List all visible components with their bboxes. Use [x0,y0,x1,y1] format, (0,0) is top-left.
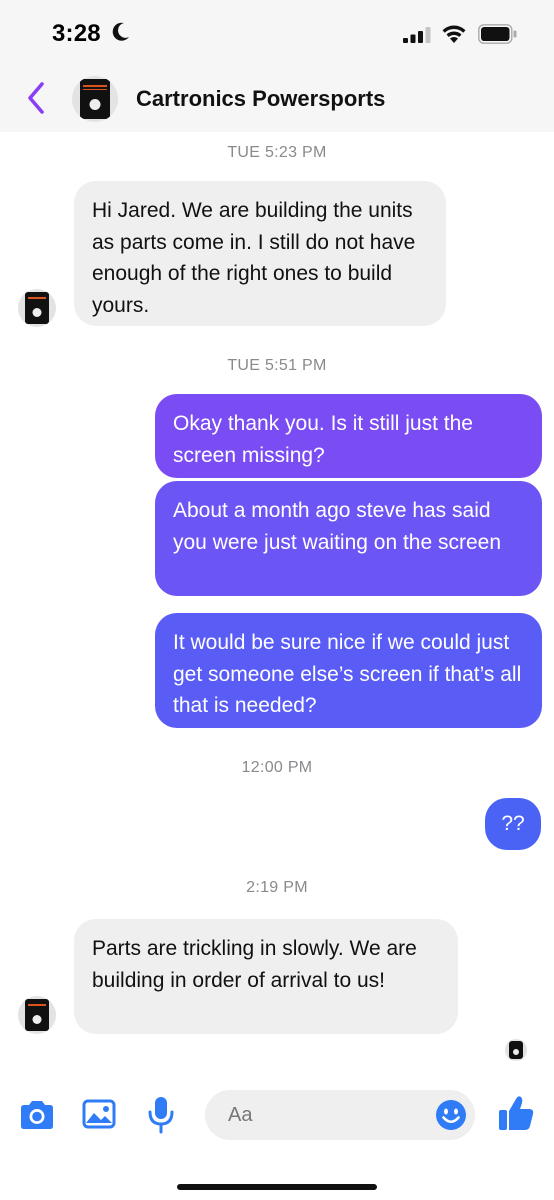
logo-image [80,79,110,119]
back-button[interactable] [20,78,52,118]
emoji-icon[interactable] [435,1099,467,1131]
message-timestamp: TUE 5:51 PM [227,357,327,374]
outgoing-message[interactable]: ?? [485,798,541,850]
incoming-message[interactable]: Parts are trickling in slowly. We are bu… [74,919,458,1034]
camera-icon[interactable] [18,1098,56,1132]
message-timestamp: 2:19 PM [246,879,308,896]
message-input[interactable]: Aa [205,1090,475,1140]
contact-avatar[interactable] [72,76,118,122]
signal-icon [403,27,431,43]
outgoing-message[interactable]: It would be sure nice if we could just g… [155,613,542,728]
conversation-header: Cartronics Powersports [0,64,554,132]
status-time: 3:28 [52,20,101,47]
logo-image [509,1041,523,1059]
moon-icon [112,22,129,41]
sender-avatar [18,996,56,1034]
logo-image [25,292,49,324]
contact-name[interactable]: Cartronics Powersports [136,86,385,112]
back-chevron-icon [28,82,44,114]
thumbs-up-icon[interactable] [497,1094,535,1132]
message-input-placeholder: Aa [228,1104,253,1126]
outgoing-message[interactable]: Okay thank you. Is it still just the scr… [155,394,542,478]
battery-icon [478,24,517,44]
sender-avatar [18,289,56,327]
logo-image [25,999,49,1031]
message-timestamp: 12:00 PM [241,759,313,776]
message-timestamp: TUE 5:23 PM [227,144,327,161]
status-bar: 3:28 [0,0,554,64]
photo-icon[interactable] [82,1098,116,1130]
incoming-message[interactable]: Hi Jared. We are building the units as p… [74,181,446,326]
home-indicator [177,1184,377,1190]
microphone-icon[interactable] [147,1096,175,1134]
read-receipt-avatar [505,1039,527,1061]
outgoing-message[interactable]: About a month ago steve has said you wer… [155,481,542,596]
wifi-icon [442,25,466,43]
